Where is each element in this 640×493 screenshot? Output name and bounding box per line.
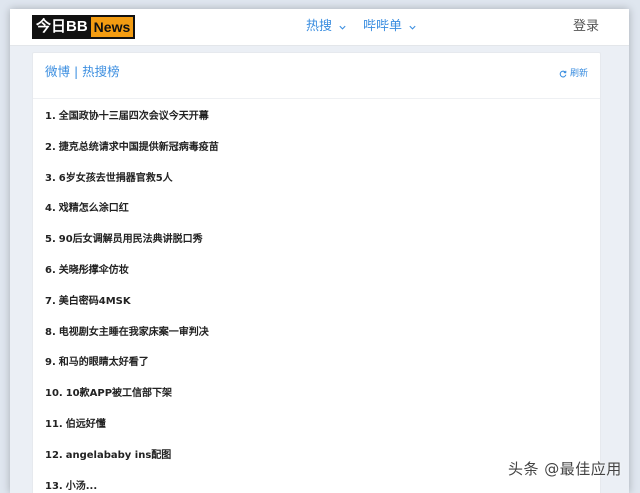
item-title: 和马的眼睛太好看了 — [58, 357, 149, 369]
item-rank: 5. — [45, 234, 56, 246]
list-item[interactable]: 9. 和马的眼睛太好看了 — [45, 354, 219, 385]
watermark: 头条 @最佳应用 — [508, 460, 622, 478]
item-rank: 9. — [45, 357, 56, 369]
list-item[interactable]: 3. 6岁女孩去世捐器官救5人 — [45, 170, 219, 201]
item-title: 小汤... — [65, 480, 98, 492]
item-title: 电视剧女主睡在我家床案一审判决 — [58, 326, 209, 338]
item-rank: 4. — [45, 203, 56, 215]
item-rank: 10. — [45, 388, 63, 400]
logo-news-badge: News — [90, 17, 134, 37]
chevron-down-icon — [339, 25, 346, 30]
list-item[interactable]: 13. 小汤... — [45, 478, 219, 493]
nav-bibi-list[interactable]: 哔哔单 — [363, 19, 417, 35]
hot-list-card: 微博 | 热搜榜 刷新 1. 全国政协十三届四次会议今天开幕 2. 捷克总统请求中国… — [32, 52, 601, 493]
list-item[interactable]: 10. 10款APP被工信部下架 — [45, 385, 219, 416]
list-item[interactable]: 8. 电视剧女主睡在我家床案一审判决 — [45, 324, 219, 355]
list-item[interactable]: 4. 戏精怎么涂口红 — [45, 200, 219, 231]
refresh-label: 刷新 — [569, 69, 588, 79]
refresh-button[interactable]: 刷新 — [559, 68, 588, 80]
hot-search-list: 1. 全国政协十三届四次会议今天开幕 2. 捷克总统请求中国提供新冠病毒疫苗 3. 6… — [45, 108, 219, 493]
item-rank: 3. — [45, 172, 56, 184]
item-rank: 12. — [45, 449, 63, 461]
item-rank: 8. — [45, 326, 56, 338]
list-item[interactable]: 5. 90后女调解员用民法典讲脱口秀 — [45, 231, 219, 262]
list-item[interactable]: 7. 美白密码4MSK — [45, 293, 219, 324]
refresh-icon — [559, 70, 567, 78]
item-rank: 7. — [45, 295, 56, 307]
card-header: 微博 | 热搜榜 刷新 — [33, 53, 600, 99]
item-title: 全国政协十三届四次会议今天开幕 — [58, 111, 209, 122]
item-title: 伯远好懂 — [65, 418, 106, 430]
item-title: 10款APP被工信部下架 — [65, 388, 173, 400]
item-rank: 13. — [45, 480, 63, 492]
top-navbar: 今日BB News 热搜 哔哔单 登录 — [10, 9, 629, 46]
login-button[interactable]: 登录 — [573, 19, 599, 35]
item-rank: 1. — [45, 111, 56, 122]
item-title: 90后女调解员用民法典讲脱口秀 — [58, 234, 203, 246]
card-title: 微博 | 热搜榜 — [45, 64, 120, 79]
nav-bibi-list-label: 哔哔单 — [363, 19, 403, 34]
list-item[interactable]: 6. 关晓彤撑伞仿妆 — [45, 262, 219, 293]
item-title: 美白密码4MSK — [58, 295, 131, 307]
item-title: 关晓彤撑伞仿妆 — [58, 264, 129, 276]
list-item[interactable]: 1. 全国政协十三届四次会议今天开幕 — [45, 108, 219, 139]
nav-hot-search[interactable]: 热搜 — [306, 19, 347, 35]
site-logo[interactable]: 今日BB News — [32, 15, 136, 39]
item-rank: 11. — [45, 418, 63, 430]
item-title: angelababy ins配图 — [65, 449, 172, 461]
list-item[interactable]: 12. angelababy ins配图 — [45, 447, 219, 478]
app-window: 今日BB News 热搜 哔哔单 登录 微博 | 热搜榜 刷新 1. 全国政协十… — [10, 9, 629, 493]
item-title: 戏精怎么涂口红 — [58, 203, 129, 215]
item-rank: 6. — [45, 264, 56, 276]
item-rank: 2. — [45, 141, 56, 153]
item-title: 捷克总统请求中国提供新冠病毒疫苗 — [58, 141, 219, 153]
list-item[interactable]: 2. 捷克总统请求中国提供新冠病毒疫苗 — [45, 139, 219, 170]
logo-text: 今日BB — [36, 18, 88, 35]
chevron-down-icon — [409, 25, 416, 30]
list-item[interactable]: 11. 伯远好懂 — [45, 416, 219, 447]
nav-hot-search-label: 热搜 — [306, 19, 333, 34]
item-title: 6岁女孩去世捐器官救5人 — [58, 172, 173, 184]
